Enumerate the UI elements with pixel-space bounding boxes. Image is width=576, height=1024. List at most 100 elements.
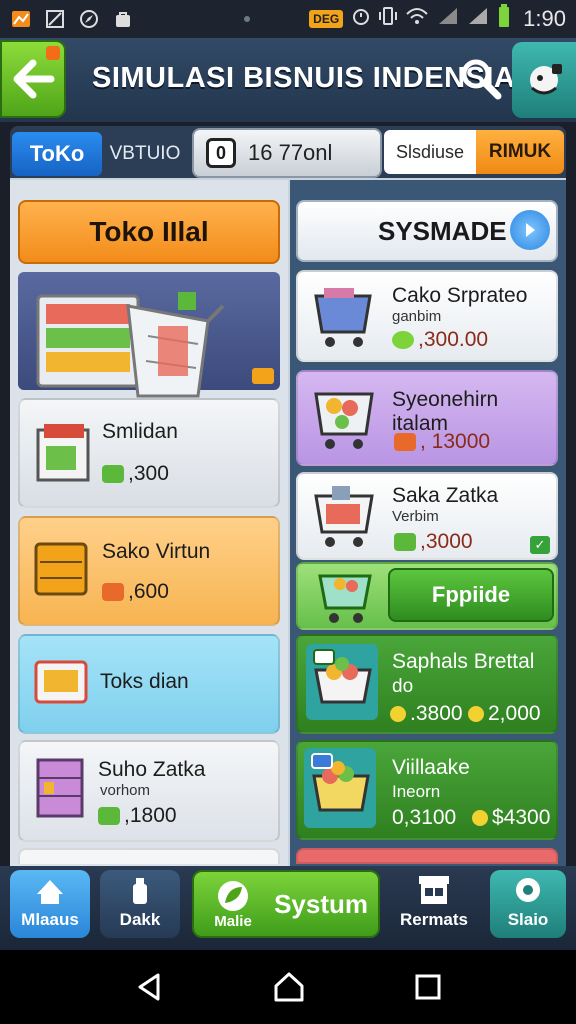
nav-mlaaus[interactable]: Mlaaus bbox=[10, 870, 90, 938]
card-price: ,600 bbox=[102, 580, 169, 604]
dot-icon bbox=[236, 8, 258, 30]
nav-label: Dakk bbox=[119, 910, 161, 929]
app-header: SIMULASI BISNUIS INDENSIA bbox=[0, 38, 576, 122]
price-value: .3800 bbox=[410, 702, 463, 725]
back-button[interactable] bbox=[0, 40, 66, 118]
nav-label: Rermats bbox=[399, 910, 469, 929]
back-arrow-icon bbox=[13, 59, 55, 99]
clock: 1:90 bbox=[523, 6, 566, 31]
nav-label: Malie bbox=[214, 912, 252, 930]
card-price-1: .3800 bbox=[390, 702, 463, 726]
card-subtitle: Verbim bbox=[392, 508, 439, 525]
card-subtitle: do bbox=[392, 676, 414, 697]
tab-vbtuio[interactable]: VBTUIO bbox=[104, 132, 186, 176]
card-subtitle: ganbim bbox=[392, 308, 442, 325]
left-card-2[interactable]: Sako Virtun ,600 bbox=[18, 516, 280, 626]
search-button[interactable] bbox=[458, 56, 504, 102]
price-value: ,300 bbox=[128, 462, 169, 485]
left-card-4[interactable]: Suho Zatka vorhom ,1800 bbox=[18, 740, 280, 842]
check-icon: ✓ bbox=[530, 536, 550, 554]
tab-rimuk[interactable]: RIMUK bbox=[476, 130, 564, 174]
status-badge: DEG bbox=[309, 10, 344, 28]
upgrade-button[interactable]: Fppiide bbox=[388, 568, 554, 622]
recents-nav-icon[interactable] bbox=[414, 973, 442, 1001]
profile-button[interactable] bbox=[512, 42, 576, 118]
card-title: Viillaake bbox=[392, 756, 470, 779]
card-title: Syeonehirn italam bbox=[392, 388, 499, 435]
signal2-icon bbox=[467, 6, 489, 32]
home-nav-icon[interactable] bbox=[272, 970, 306, 1004]
tab-toko[interactable]: ToKo bbox=[12, 132, 102, 176]
compass-icon bbox=[78, 8, 100, 30]
featured-cart-banner[interactable] bbox=[18, 272, 280, 416]
next-button[interactable] bbox=[510, 210, 550, 250]
card-title: Saphals Brettal bbox=[392, 650, 535, 673]
cart-produce-icon bbox=[306, 644, 378, 720]
right-card-6[interactable]: Viillaake Ineorn 0,3100 $4300 bbox=[296, 740, 558, 840]
card-price-1: 0,3100 bbox=[392, 806, 456, 830]
cart-fruit-icon bbox=[304, 748, 376, 828]
nav-main-label: Systum bbox=[274, 888, 368, 919]
price-value: $4300 bbox=[492, 806, 551, 829]
left-column-header[interactable]: Toko IIlal bbox=[18, 200, 280, 264]
cash-icon bbox=[394, 533, 416, 551]
cash-icon bbox=[102, 583, 124, 601]
battery-icon bbox=[497, 4, 511, 34]
wifi-icon bbox=[405, 6, 429, 32]
right-card-partial bbox=[296, 848, 558, 864]
price-value: 2,000 bbox=[488, 702, 541, 725]
mascot-icon bbox=[530, 64, 562, 95]
nav-label: Slaio bbox=[507, 910, 549, 929]
cart-red-icon bbox=[314, 486, 374, 547]
right-card-2[interactable]: Syeonehirn italam , 13000 bbox=[296, 370, 558, 466]
right-card-5[interactable]: Saphals Brettal do .3800 2,000 bbox=[296, 634, 558, 734]
left-card-3[interactable]: Toks dian bbox=[18, 634, 280, 734]
bag-icon bbox=[112, 8, 134, 30]
coin-icon bbox=[472, 810, 488, 826]
system-nav-bar bbox=[0, 950, 576, 1024]
shop-icon bbox=[419, 876, 449, 904]
right-card-3[interactable]: Saka Zatka Verbim ,3000 bbox=[296, 472, 558, 560]
card-title: Toks dian bbox=[100, 670, 189, 693]
counter-value: 16 77onl bbox=[248, 140, 333, 165]
settings-icon bbox=[516, 878, 540, 902]
price-value: ,1800 bbox=[124, 804, 177, 827]
coin-icon bbox=[468, 706, 484, 722]
card-subtitle: Ineorn bbox=[392, 782, 441, 801]
notification-icon bbox=[10, 8, 32, 30]
search-icon bbox=[461, 59, 502, 100]
right-card-1[interactable]: Cako Srprateo ganbim ,300.00 bbox=[296, 270, 558, 362]
nav-rermats[interactable]: Rermats bbox=[394, 870, 474, 938]
coin-icon bbox=[390, 706, 406, 722]
nav-slaio[interactable]: Slaio bbox=[490, 870, 566, 938]
card-price: ,300.00 bbox=[392, 328, 488, 352]
corner-badge-icon bbox=[46, 46, 60, 60]
price-value: ,3000 bbox=[420, 530, 473, 553]
card-title: Smlidan bbox=[102, 420, 178, 443]
tab-slsdiuse[interactable]: Slsdiuse bbox=[384, 130, 476, 174]
cash-icon bbox=[98, 807, 120, 825]
price-value: , 13000 bbox=[420, 430, 491, 453]
card-title: Sako Virtun bbox=[102, 540, 211, 563]
vibrate-icon bbox=[379, 6, 398, 32]
card-title: Saka Zatka bbox=[392, 484, 499, 507]
nav-label: Mlaaus bbox=[21, 910, 79, 929]
price-value: ,600 bbox=[128, 580, 169, 603]
card-price: ,3000 bbox=[394, 530, 473, 554]
cash-icon bbox=[394, 433, 416, 451]
shelf-icon bbox=[36, 758, 84, 818]
card-price: ,1800 bbox=[98, 804, 177, 828]
coin-counter: 0 16 77onl bbox=[192, 128, 382, 178]
status-bar: DEG 1:90 bbox=[0, 0, 576, 38]
nav-systum[interactable]: Malie Systum bbox=[192, 870, 380, 938]
gallery-icon bbox=[44, 8, 66, 30]
alarm-icon bbox=[351, 6, 371, 32]
cart-blue-icon bbox=[314, 288, 372, 347]
left-card-1[interactable]: Smlidan ,300 bbox=[18, 398, 280, 508]
page-title: SIMULASI BISNUIS INDENSIA bbox=[92, 62, 516, 94]
back-nav-icon[interactable] bbox=[134, 971, 164, 1003]
card-price: ,300 bbox=[102, 462, 169, 486]
cash-icon bbox=[102, 465, 124, 483]
nav-dakk[interactable]: Dakk bbox=[100, 870, 180, 938]
counter-icon: 0 bbox=[206, 138, 236, 168]
